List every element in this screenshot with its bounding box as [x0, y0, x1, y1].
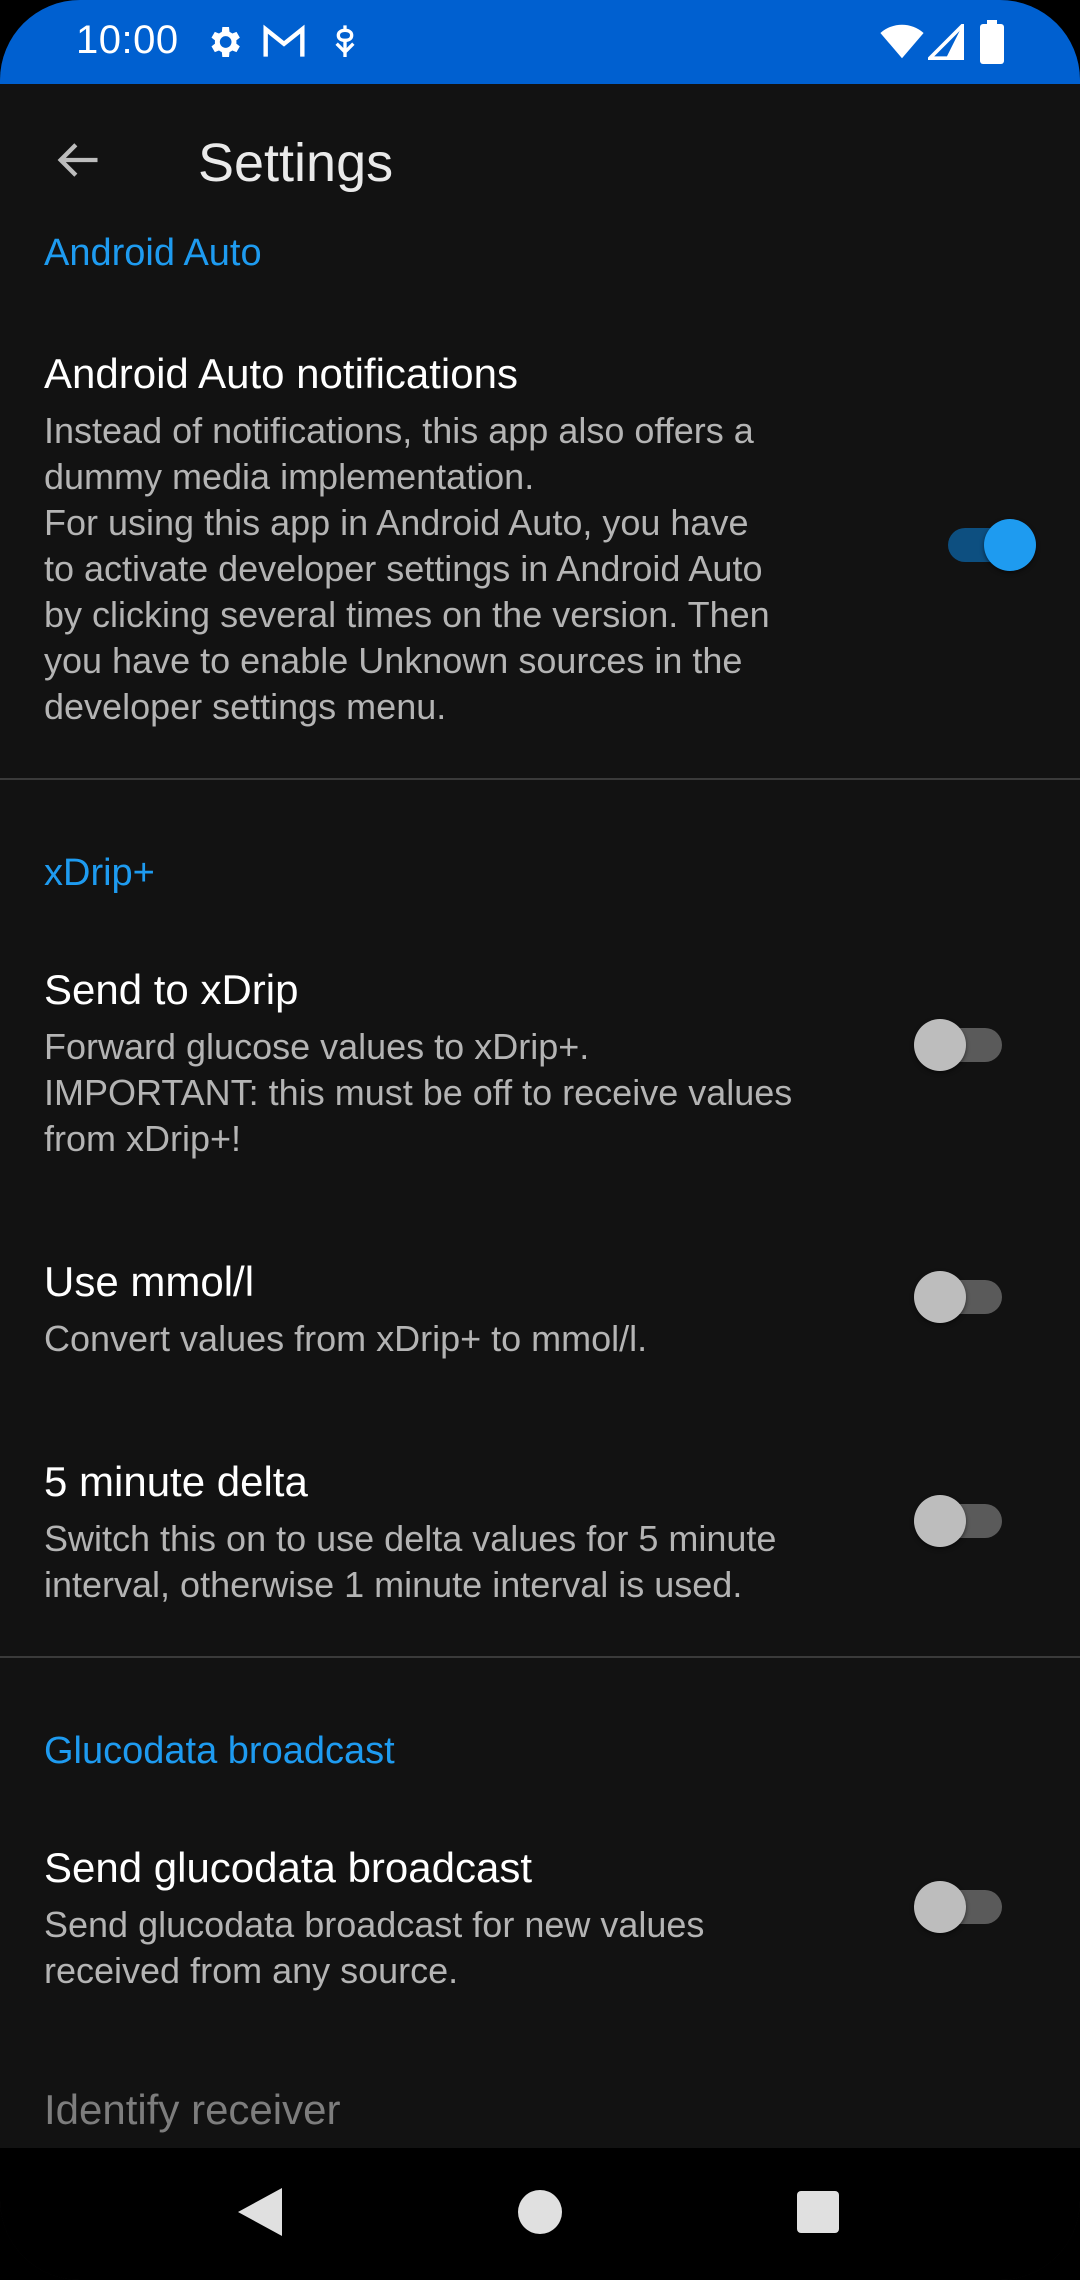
- pref-summary: Convert values from xDrip+ to mmol/l.: [44, 1318, 648, 1359]
- pref-android-auto-notifications[interactable]: Android Auto notifications Instead of no…: [0, 350, 1080, 770]
- pref-title: Send glucodata broadcast: [44, 1844, 533, 1891]
- nav-home-button[interactable]: [508, 2182, 572, 2246]
- nav-back-button[interactable]: [228, 2182, 292, 2246]
- section-divider: [0, 1656, 1080, 1658]
- 5-minute-delta-switch[interactable]: [914, 1486, 1014, 1547]
- pref-use-mmol[interactable]: Use mmol/l Convert values from xDrip+ to…: [0, 1258, 1080, 1398]
- section-divider: [0, 778, 1080, 780]
- pref-title: 5 minute delta: [44, 1458, 308, 1505]
- settings-list[interactable]: Android Auto Android Auto notifications …: [0, 220, 1080, 2148]
- pref-summary: Switch this on to use delta values for 5…: [44, 1518, 777, 1605]
- pref-summary: Send glucodata broadcast for new values …: [44, 1904, 705, 1991]
- send-glucodata-broadcast-switch[interactable]: [914, 1872, 1014, 1933]
- switch-thumb: [914, 1881, 966, 1933]
- pref-send-to-xdrip[interactable]: Send to xDrip Forward glucose values to …: [0, 966, 1080, 1166]
- phone-screen: 10:00 Settings Android Auto Android Auto…: [0, 0, 1080, 2280]
- switch-thumb: [914, 1019, 966, 1071]
- pref-title: Use mmol/l: [44, 1258, 255, 1305]
- pref-title: Android Auto notifications: [44, 350, 518, 397]
- home-circle-icon: [518, 2189, 562, 2239]
- back-button[interactable]: [36, 120, 120, 204]
- android-auto-notifications-switch[interactable]: [934, 510, 1036, 571]
- nav-recents-button[interactable]: [786, 2182, 850, 2246]
- pref-send-glucodata-broadcast[interactable]: Send glucodata broadcast Send glucodata …: [0, 1844, 1080, 2004]
- battery-icon: [980, 20, 1004, 69]
- pref-title: Identify receiver: [44, 2086, 341, 2133]
- gmail-icon: [262, 22, 306, 67]
- switch-thumb: [984, 519, 1036, 571]
- back-triangle-icon: [238, 2187, 282, 2241]
- status-time: 10:00: [76, 18, 179, 62]
- category-xdrip: xDrip+: [44, 852, 155, 894]
- arrow-back-icon: [52, 134, 104, 191]
- app-bar: Settings: [0, 84, 1080, 240]
- navigation-bar: [0, 2148, 1080, 2280]
- switch-thumb: [914, 1271, 966, 1323]
- wifi-icon: [880, 24, 924, 65]
- page-title: Settings: [198, 133, 394, 193]
- switch-thumb: [914, 1495, 966, 1547]
- category-android-auto: Android Auto: [44, 232, 262, 274]
- pref-summary: Forward glucose values to xDrip+. IMPORT…: [44, 1026, 793, 1159]
- pref-5-minute-delta[interactable]: 5 minute delta Switch this on to use del…: [0, 1458, 1080, 1628]
- pref-identify-receiver[interactable]: Identify receiver: [0, 2086, 1080, 2148]
- use-mmol-switch[interactable]: [914, 1262, 1014, 1323]
- usb-debug-icon: [328, 22, 362, 67]
- recents-square-icon: [797, 2190, 839, 2238]
- category-glucodata-broadcast: Glucodata broadcast: [44, 1730, 395, 1772]
- send-to-xdrip-switch[interactable]: [914, 1010, 1014, 1071]
- pref-summary: Instead of notifications, this app also …: [44, 410, 770, 727]
- gear-icon: [204, 22, 244, 67]
- status-bar: 10:00: [0, 0, 1080, 84]
- pref-title: Send to xDrip: [44, 966, 299, 1013]
- cellular-signal-icon: [925, 21, 964, 65]
